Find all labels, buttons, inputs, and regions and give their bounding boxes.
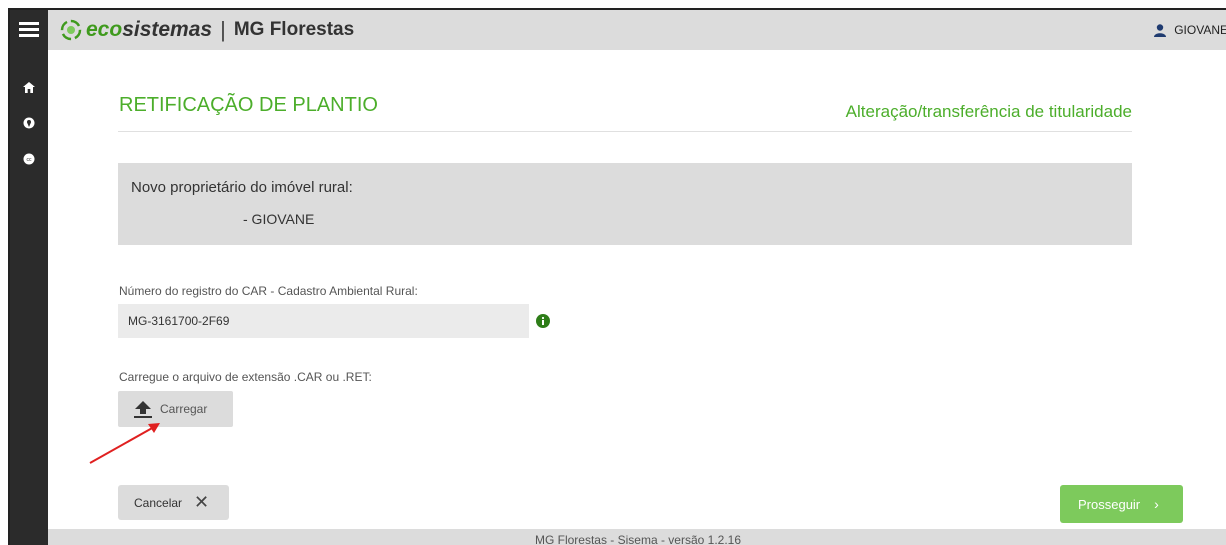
footer-version-text: MG Florestas - Sisema - versão 1.2.16	[534, 533, 742, 545]
map-pin-icon	[23, 117, 35, 129]
home-icon	[23, 81, 35, 93]
proceed-label: Prosseguir	[1078, 496, 1141, 512]
car-number-field[interactable]	[118, 304, 529, 338]
menu-button[interactable]	[10, 10, 48, 50]
page-subtitle: Alteração/transferência de titularidade	[845, 102, 1132, 121]
logo-separator: |	[220, 17, 226, 42]
title-divider	[118, 131, 1132, 132]
chevron-right-icon: ›	[1154, 496, 1159, 512]
file-upload-label: Carregue o arquivo de extensão .CAR ou .…	[119, 370, 372, 384]
svg-text:cc: cc	[27, 157, 33, 163]
cancel-label: Cancelar	[134, 495, 183, 510]
new-owner-name: - GIOVANE	[243, 211, 315, 227]
cancel-button[interactable]: Cancelar ✕	[118, 485, 229, 520]
hamburger-icon	[19, 22, 39, 38]
eco-leaf-icon	[60, 19, 82, 41]
top-bar: eco sistemas | MG Florestas GIOVANE	[10, 10, 1226, 50]
sidebar-item-map[interactable]	[10, 106, 48, 140]
proceed-button[interactable]: Prosseguir ›	[1060, 485, 1183, 523]
logo-sistemas-text: sistemas	[122, 18, 213, 41]
car-number-label: Número do registro do CAR - Cadastro Amb…	[119, 284, 418, 298]
page-title: RETIFICAÇÃO DE PLANTIO	[119, 94, 378, 116]
main-content: RETIFICAÇÃO DE PLANTIO Alteração/transfe…	[48, 50, 1226, 530]
user-icon	[1154, 23, 1167, 37]
cc-badge-icon: cc	[23, 153, 35, 165]
upload-label: Carregar	[160, 402, 208, 416]
logo-eco-text: eco	[86, 18, 123, 41]
user-name: GIOVANE	[1174, 23, 1226, 37]
brand-logo[interactable]: eco sistemas | MG Florestas	[60, 17, 354, 43]
sidebar: cc	[10, 50, 48, 545]
sidebar-item-cc[interactable]: cc	[10, 142, 48, 176]
new-owner-panel: Novo proprietário do imóvel rural: - GIO…	[118, 163, 1132, 245]
app-name: MG Florestas	[233, 19, 355, 40]
new-owner-label: Novo proprietário do imóvel rural:	[131, 179, 353, 196]
annotation-arrow-icon	[89, 423, 160, 464]
sidebar-item-home[interactable]	[10, 70, 48, 104]
close-icon: ✕	[194, 492, 210, 512]
app-window: eco sistemas | MG Florestas GIOVANE cc R…	[8, 8, 1226, 545]
user-menu[interactable]: GIOVANE	[1154, 10, 1226, 50]
upload-icon	[134, 400, 152, 418]
info-icon[interactable]	[536, 314, 550, 328]
